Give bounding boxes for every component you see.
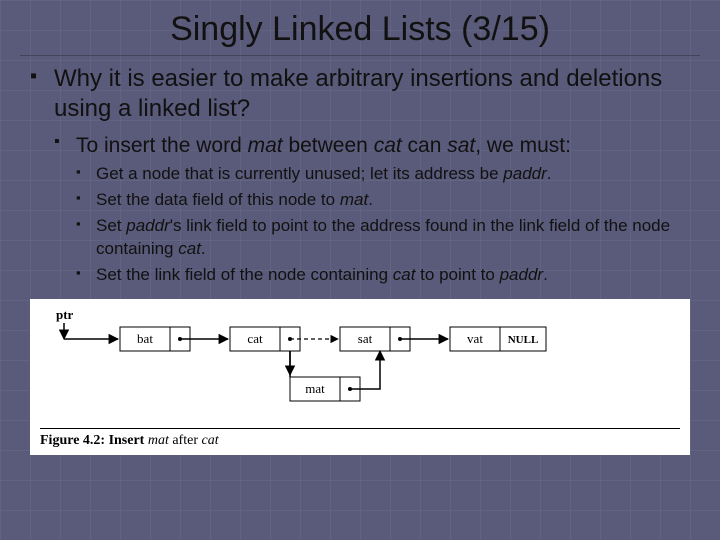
content-area: Why it is easier to make arbitrary inser… <box>0 64 720 287</box>
node-bat: bat <box>137 331 153 346</box>
l3d-cat: cat <box>393 265 416 284</box>
l2-word-cat: cat <box>374 134 402 157</box>
l3d-post: . <box>543 265 548 284</box>
l3c-post: . <box>201 239 206 258</box>
l3a-post: . <box>547 164 552 183</box>
l3b-mat: mat <box>340 190 368 209</box>
l2-mid1: between <box>283 134 374 157</box>
bullet-list-level2: To insert the word mat between cat can s… <box>54 132 690 287</box>
ptr-label: ptr <box>56 307 74 322</box>
l3b-post: . <box>368 190 373 209</box>
l2-word-sat: sat <box>447 134 475 157</box>
linked-list-diagram: ptr bat cat sat va <box>40 307 680 417</box>
bullet-l3-3: Set paddr's link field to point to the a… <box>76 215 690 261</box>
bullet-l1-1-text: Why it is easier to make arbitrary inser… <box>54 65 662 122</box>
slide: Singly Linked Lists (3/15) Why it is eas… <box>0 0 720 540</box>
bullet-list-level3: Get a node that is currently unused; let… <box>76 163 690 287</box>
l3d-paddr: paddr <box>500 265 543 284</box>
node-mat: mat <box>305 381 325 396</box>
l2-post: , we must: <box>475 134 571 157</box>
l2-mid2: can <box>402 134 448 157</box>
l3c-pre: Set <box>96 216 126 235</box>
figure-caption: Figure 4.2: Insert mat after cat <box>40 428 680 449</box>
bullet-l2-1: To insert the word mat between cat can s… <box>54 132 690 287</box>
l3a-paddr: paddr <box>503 164 546 183</box>
l2-word-mat: mat <box>248 134 283 157</box>
node-sat: sat <box>358 331 373 346</box>
node-vat: vat <box>467 331 483 346</box>
l3c-cat: cat <box>178 239 201 258</box>
slide-title: Singly Linked Lists (3/15) <box>20 0 700 56</box>
node-cat: cat <box>247 331 263 346</box>
l2-pre: To insert the word <box>76 134 248 157</box>
cap-pre: Figure 4.2: Insert <box>40 433 148 448</box>
bullet-list-level1: Why it is easier to make arbitrary inser… <box>30 64 690 287</box>
bullet-l1-1: Why it is easier to make arbitrary inser… <box>30 64 690 287</box>
figure-panel: ptr bat cat sat va <box>30 299 690 455</box>
bullet-l3-2: Set the data field of this node to mat. <box>76 189 690 212</box>
cap-cat: cat <box>202 433 219 448</box>
l3a-pre: Get a node that is currently unused; let… <box>96 164 503 183</box>
l3d-mid: to point to <box>415 265 499 284</box>
cap-mat: mat <box>148 433 169 448</box>
null-label: NULL <box>508 334 539 346</box>
l3c-paddr: paddr <box>126 216 169 235</box>
bullet-l3-1: Get a node that is currently unused; let… <box>76 163 690 186</box>
l3b-pre: Set the data field of this node to <box>96 190 340 209</box>
bullet-l3-4: Set the link field of the node containin… <box>76 264 690 287</box>
cap-mid: after <box>169 433 202 448</box>
l3d-pre: Set the link field of the node containin… <box>96 265 393 284</box>
